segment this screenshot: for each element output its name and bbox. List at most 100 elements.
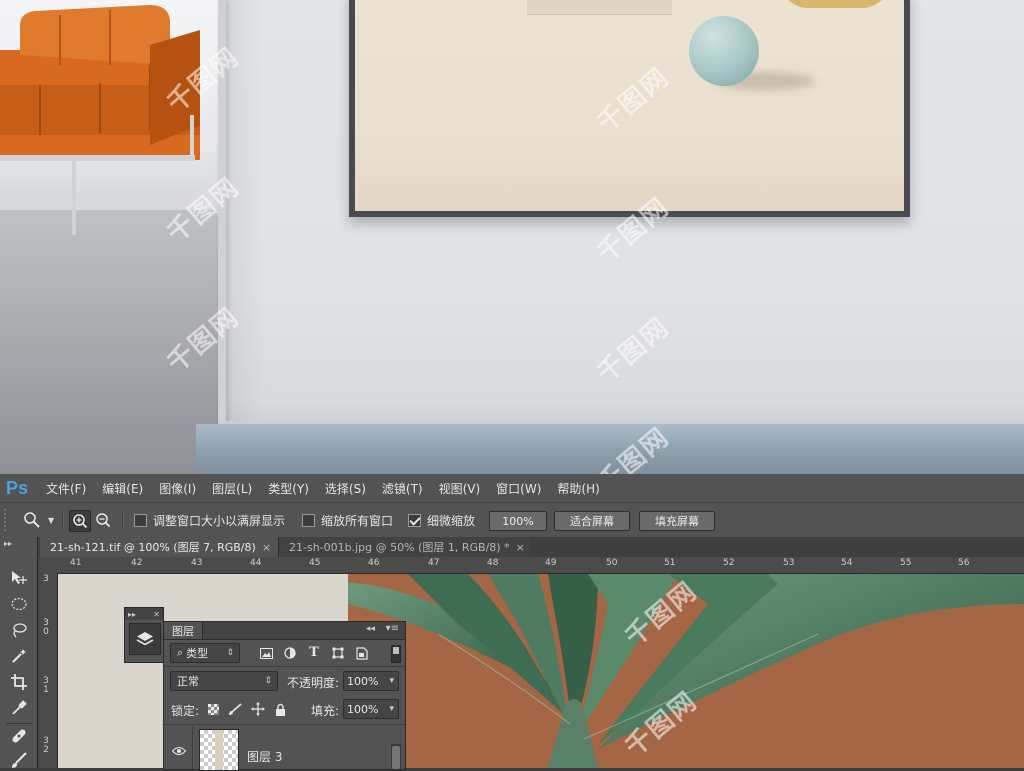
- zoom-100-button[interactable]: 100%: [489, 511, 547, 531]
- horizontal-ruler[interactable]: 41 42 43 44 45 46 47 48 49 50 51 52 53 5…: [58, 557, 1024, 574]
- tab-document-active[interactable]: 21-sh-121.tif @ 100% (图层 7, RGB/8) ×: [40, 537, 278, 557]
- zoom-tool-preset-button[interactable]: [22, 510, 42, 530]
- close-icon[interactable]: ×: [262, 541, 271, 554]
- separator: [122, 511, 124, 529]
- ruler-label: 3 1: [43, 676, 49, 695]
- collapse-icon[interactable]: ◂◂: [366, 624, 375, 634]
- floor: [196, 424, 1024, 474]
- filter-smartobject-button[interactable]: [354, 645, 370, 661]
- layers-icon: [136, 632, 154, 646]
- layers-panel-button[interactable]: [129, 623, 161, 655]
- menu-select[interactable]: 选择(S): [317, 480, 374, 497]
- scrollbar-thumb[interactable]: [392, 746, 400, 769]
- lasso-tool[interactable]: [8, 619, 30, 641]
- tab-layers[interactable]: 图层: [164, 622, 203, 639]
- ellipse-marquee-icon: [11, 597, 27, 611]
- close-icon[interactable]: ✕: [153, 610, 160, 619]
- lock-label: 锁定:: [171, 704, 200, 718]
- shape-icon: [332, 647, 344, 659]
- menu-help[interactable]: 帮助(H): [549, 480, 607, 497]
- zoom-all-option[interactable]: 缩放所有窗口: [302, 503, 393, 537]
- menu-file[interactable]: 文件(F): [38, 480, 94, 497]
- scrubby-zoom-checkbox[interactable]: [408, 513, 421, 527]
- ruler-label: 3 0: [43, 618, 49, 637]
- lock-icon: [275, 703, 285, 716]
- eyedropper-icon: [12, 700, 27, 715]
- ruler-label: 47: [428, 558, 440, 568]
- menu-edit[interactable]: 编辑(E): [94, 480, 151, 497]
- close-icon[interactable]: ×: [516, 541, 525, 554]
- ruler-label: 52: [723, 558, 735, 568]
- zoom-in-button[interactable]: [69, 510, 91, 532]
- lock-pixels-button[interactable]: [227, 702, 243, 716]
- ruler-label: 48: [487, 558, 499, 568]
- blend-mode-select[interactable]: 正常 ⇕: [170, 671, 278, 691]
- scrollbar[interactable]: [391, 744, 401, 769]
- layer-visibility-toggle[interactable]: [170, 744, 188, 758]
- panel-menu-icon[interactable]: ▾≡: [386, 623, 399, 634]
- chevron-down-icon[interactable]: ▼: [48, 516, 54, 525]
- watermark: 千图网: [591, 311, 676, 389]
- menu-view[interactable]: 视图(V): [431, 480, 489, 497]
- eye-icon: [172, 746, 186, 756]
- dock-header: ▸▸ ✕: [125, 608, 163, 620]
- filter-type-button[interactable]: T: [306, 644, 322, 660]
- wall-shadow: [226, 0, 266, 474]
- menu-layer[interactable]: 图层(L): [204, 480, 260, 497]
- filter-toggle[interactable]: [391, 645, 401, 663]
- chevron-down-icon[interactable]: ▾: [389, 704, 394, 714]
- zoom-all-checkbox[interactable]: [302, 513, 315, 527]
- background-photo: 千图网 千图网 千图网 千图网 千图网 千图网 千图网: [0, 0, 1024, 474]
- fill-screen-button[interactable]: 填充屏幕: [639, 511, 715, 531]
- ruler-label: 56: [958, 558, 970, 568]
- tab-label: 21-sh-121.tif @ 100% (图层 7, RGB/8): [50, 541, 256, 554]
- collapse-panel-icon[interactable]: ▸▸: [4, 539, 12, 548]
- layer-row[interactable]: 图层 3: [164, 726, 405, 771]
- healing-brush-tool[interactable]: [8, 725, 30, 747]
- opacity-value: 100%: [347, 674, 379, 688]
- ruler-label: 43: [191, 558, 203, 568]
- layer-filter-select[interactable]: ⌕ 类型 ⇕: [170, 643, 240, 663]
- ruler-label: 46: [368, 558, 380, 568]
- fit-screen-button[interactable]: 适合屏幕: [554, 511, 630, 531]
- lasso-icon: [13, 623, 27, 638]
- text-icon: T: [309, 644, 319, 660]
- chevron-down-icon[interactable]: ▾: [389, 676, 394, 686]
- magic-wand-icon: [12, 649, 26, 663]
- options-bar: ▼ 调整窗口大小以满屏显示 缩放所有窗口 细微缩放 100% 适合屏幕 填充屏幕: [0, 502, 1024, 538]
- layer-name[interactable]: 图层 3: [247, 748, 282, 765]
- grip-handle[interactable]: [4, 509, 12, 531]
- lock-transparency-button[interactable]: [206, 702, 220, 716]
- menu-filter[interactable]: 滤镜(T): [374, 480, 431, 497]
- menu-window[interactable]: 窗口(W): [488, 480, 549, 497]
- resize-windows-checkbox[interactable]: [134, 513, 147, 527]
- zoom-out-button[interactable]: [93, 510, 113, 530]
- lock-all-button[interactable]: [273, 701, 287, 717]
- filter-shape-button[interactable]: [330, 645, 346, 661]
- fill-input[interactable]: 100% ▾: [343, 699, 399, 719]
- magic-wand-tool[interactable]: [8, 645, 30, 667]
- tab-document[interactable]: 21-sh-001b.jpg @ 50% (图层 1, RGB/8) * ×: [278, 537, 530, 557]
- crop-tool[interactable]: [8, 671, 30, 693]
- move-tool[interactable]: [8, 567, 30, 589]
- toggle-knob: [393, 647, 399, 654]
- scrubby-zoom-option[interactable]: 细微缩放: [408, 503, 475, 537]
- lock-position-button[interactable]: [250, 701, 266, 717]
- collapsed-panel-dock: ▸▸ ✕: [124, 607, 164, 663]
- ruler-origin[interactable]: [39, 557, 59, 574]
- scrubby-zoom-label: 细微缩放: [427, 513, 476, 528]
- menu-image[interactable]: 图像(I): [151, 480, 204, 497]
- opacity-input[interactable]: 100% ▾: [343, 671, 399, 691]
- filter-pixel-button[interactable]: [258, 645, 274, 661]
- layer-thumbnail[interactable]: [199, 729, 239, 771]
- vertical-ruler[interactable]: 3 3 0 3 1 3 2: [39, 573, 58, 768]
- filter-label: 类型: [186, 647, 209, 660]
- resize-windows-option[interactable]: 调整窗口大小以满屏显示: [134, 503, 285, 537]
- fill-label: 填充:: [311, 704, 340, 718]
- elliptical-marquee-tool[interactable]: [8, 593, 30, 615]
- menu-type[interactable]: 类型(Y): [260, 480, 317, 497]
- eyedropper-tool[interactable]: [8, 697, 30, 719]
- expand-panel-icon[interactable]: ▸▸: [128, 610, 136, 619]
- zoom-all-label: 缩放所有窗口: [321, 513, 394, 528]
- filter-adjustment-button[interactable]: [282, 645, 298, 661]
